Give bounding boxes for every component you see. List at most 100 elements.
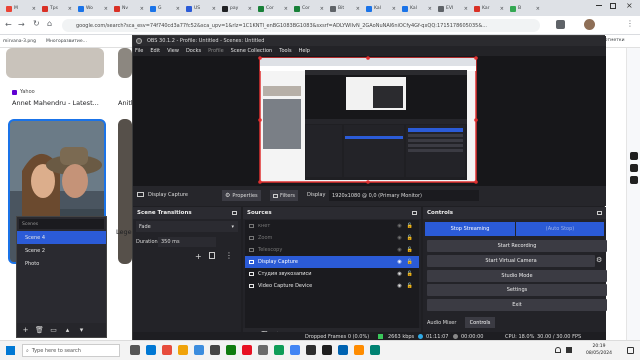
record-icon[interactable] — [630, 164, 638, 172]
menu-tools[interactable]: Tools — [279, 48, 291, 54]
taskbar-app-icon[interactable] — [290, 345, 300, 355]
menu-file[interactable]: File — [135, 48, 143, 54]
taskbar-app-icon[interactable] — [162, 345, 172, 355]
start-virtual-camera-button[interactable]: Start Virtual Camera — [427, 255, 595, 267]
properties-button[interactable]: ⚙ Properties — [222, 190, 261, 201]
result-title[interactable]: Annet Mahendru - Latest... — [12, 99, 99, 107]
obs-preview-canvas[interactable] — [133, 56, 606, 186]
taskbar-search[interactable]: ⌕ Type here to search — [22, 344, 120, 357]
taskbar-app-icon[interactable] — [130, 345, 140, 355]
lock-icon[interactable]: 🔓 — [407, 259, 413, 265]
taskbar-app-icon[interactable] — [146, 345, 156, 355]
taskbar-app-icon[interactable] — [226, 345, 236, 355]
tab-close-icon[interactable]: × — [464, 6, 468, 12]
scene-item[interactable]: Scene 4 — [17, 231, 106, 244]
lock-icon[interactable]: 🔓 — [407, 283, 413, 289]
tab-audio-mixer[interactable]: Audio Mixer — [427, 317, 456, 328]
scene-search-field[interactable]: Scenes — [19, 219, 104, 229]
taskbar-app-icon[interactable] — [306, 345, 316, 355]
visibility-eye-icon[interactable]: ◉ — [397, 247, 401, 253]
filters-button[interactable]: Filters — [270, 190, 298, 201]
bookmark-item[interactable]: mirvana-3.png — [3, 39, 36, 44]
reload-icon[interactable]: ↻ — [33, 19, 40, 28]
browser-tab[interactable]: Kal × — [364, 3, 398, 14]
auto-stop-button[interactable]: (Auto Stop) — [516, 222, 604, 236]
transition-select[interactable]: Fade ▾ — [136, 221, 238, 232]
forward-arrow-icon[interactable]: → — [18, 20, 25, 29]
taskbar-app-icon[interactable] — [210, 345, 220, 355]
tab-close-icon[interactable]: × — [356, 6, 360, 12]
visibility-eye-icon[interactable]: ◉ — [397, 271, 401, 277]
display-select[interactable]: 1920x1080 @ 0,0 (Primary Monitor) — [329, 190, 479, 201]
browser-tab[interactable]: EVI × — [436, 3, 470, 14]
source-item[interactable]: Telescopy ◉ 🔓 — [245, 244, 419, 256]
window-maximize-icon[interactable] — [610, 3, 616, 9]
settings-button[interactable]: Settings — [427, 284, 607, 296]
tab-close-icon[interactable]: × — [392, 6, 396, 12]
taskbar-app-icon[interactable] — [194, 345, 204, 355]
add-scene-button[interactable]: + — [21, 326, 30, 335]
lock-icon[interactable]: 🔓 — [407, 247, 413, 253]
scene-item[interactable]: Scene 2 — [17, 244, 106, 257]
remove-transition-button[interactable] — [209, 252, 215, 259]
tab-close-icon[interactable]: × — [320, 6, 324, 12]
visibility-eye-icon[interactable]: ◉ — [397, 283, 401, 289]
virtual-camera-settings-icon[interactable]: ⚙ — [596, 256, 602, 264]
lock-icon[interactable]: 🔓 — [407, 235, 413, 241]
extensions-icon[interactable] — [556, 20, 565, 29]
browser-tab[interactable]: Kal × — [400, 3, 434, 14]
browser-tab[interactable]: Cor × — [292, 3, 326, 14]
visibility-eye-icon[interactable]: ◉ — [397, 259, 401, 265]
start-button[interactable] — [6, 346, 15, 355]
move-up-icon[interactable]: ▴ — [63, 326, 72, 335]
window-minimize-icon[interactable] — [596, 5, 602, 6]
dock-undock-icon[interactable] — [232, 211, 237, 215]
result-title[interactable]: Lege — [116, 228, 132, 236]
tab-close-icon[interactable]: × — [32, 6, 36, 12]
taskbar-app-icon[interactable] — [242, 345, 252, 355]
browser-tab[interactable]: B × — [508, 3, 542, 14]
source-item[interactable]: Zoom ◉ 🔓 — [245, 232, 419, 244]
bookmark-item[interactable]: Многоразвитие... — [46, 39, 87, 44]
taskbar-app-icon[interactable] — [258, 345, 268, 355]
window-close-icon[interactable]: × — [626, 1, 633, 10]
visibility-eye-icon[interactable]: ◉ — [397, 223, 401, 229]
menu-view[interactable]: View — [167, 48, 179, 54]
image-result-thumb[interactable] — [118, 119, 132, 264]
browser-tab[interactable]: M × — [4, 3, 38, 14]
menu-profile[interactable]: Profile — [208, 48, 224, 54]
lock-icon[interactable]: 🔓 — [407, 223, 413, 229]
scene-filter-icon[interactable]: ▭ — [49, 326, 58, 335]
source-item[interactable]: кнет ◉ 🔓 — [245, 220, 419, 232]
taskbar-app-icon[interactable] — [370, 345, 380, 355]
source-item[interactable]: Студия звукозаписи ◉ 🔓 — [245, 268, 419, 280]
settings-gear-icon[interactable] — [630, 176, 638, 184]
source-item[interactable]: Video Capture Device ◉ 🔓 — [245, 280, 419, 292]
browser-tab[interactable]: G × — [148, 3, 182, 14]
tab-close-icon[interactable]: × — [536, 6, 540, 12]
menu-edit[interactable]: Edit — [150, 48, 160, 54]
taskbar-app-icon[interactable] — [354, 345, 364, 355]
menu-scene-collection[interactable]: Scene Collection — [231, 48, 273, 54]
image-result-thumb[interactable] — [118, 48, 132, 78]
tab-close-icon[interactable]: × — [140, 6, 144, 12]
menu-dots-icon[interactable]: ⋮ — [626, 19, 634, 28]
browser-tab[interactable]: Tps × — [40, 3, 74, 14]
tab-close-icon[interactable]: × — [68, 6, 72, 12]
tab-controls[interactable]: Controls — [465, 317, 495, 328]
profile-avatar[interactable] — [584, 19, 595, 30]
source-item[interactable]: Display Capture ◉ 🔓 — [245, 256, 419, 268]
taskbar-app-icon[interactable] — [274, 345, 284, 355]
tab-close-icon[interactable]: × — [248, 6, 252, 12]
browser-tab[interactable]: Cor × — [256, 3, 290, 14]
menu-help[interactable]: Help — [299, 48, 310, 54]
dock-undock-icon[interactable] — [597, 211, 602, 215]
browser-tab[interactable]: Nv × — [112, 3, 146, 14]
add-transition-button[interactable]: + — [195, 252, 202, 261]
taskbar-app-icon[interactable] — [338, 345, 348, 355]
taskbar-app-icon[interactable] — [322, 345, 332, 355]
lock-icon[interactable]: 🔓 — [407, 271, 413, 277]
studio-mode-button[interactable]: Studio Mode — [427, 270, 607, 282]
tab-close-icon[interactable]: × — [428, 6, 432, 12]
exit-button[interactable]: Exit — [427, 299, 607, 311]
